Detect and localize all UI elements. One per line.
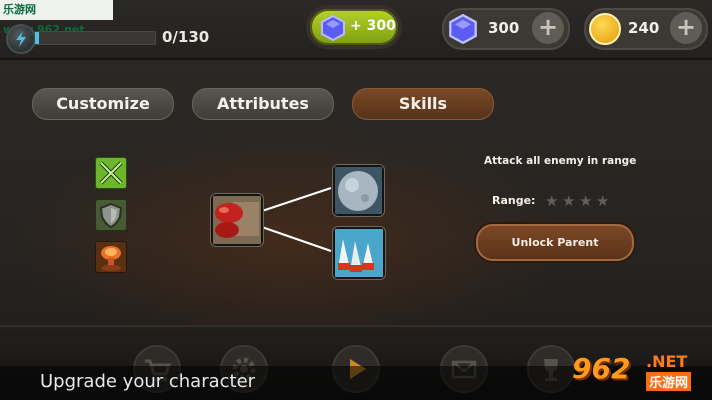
range-star-icon: ★ — [596, 192, 610, 210]
range-star-icon: ★ — [579, 192, 593, 210]
ice-spikes-icon — [335, 229, 383, 277]
game-screen: 乐游网 www.962.net 0/130 + 300 300 + 240 + … — [0, 0, 712, 400]
watermark-logo-number: 962 — [572, 352, 631, 385]
skill-node-stone-sphere[interactable] — [333, 165, 384, 216]
skill-link-line — [258, 187, 332, 213]
watermark-logo-cn: 乐游网 — [646, 372, 692, 391]
skill-node-boxing-glove[interactable] — [211, 194, 263, 246]
skill-node-ice-spikes[interactable] — [333, 227, 385, 279]
range-star-icon: ★ — [562, 192, 576, 210]
skill-link-line — [258, 225, 332, 252]
range-star-icon: ★ — [545, 192, 559, 210]
watermark-logo-net: .NET — [646, 352, 688, 371]
boxing-glove-icon — [213, 196, 261, 244]
range-label: Range: — [492, 194, 536, 207]
stone-sphere-icon — [335, 167, 382, 214]
unlock-parent-button[interactable]: Unlock Parent — [476, 224, 634, 261]
caption-text: Upgrade your character — [40, 371, 256, 392]
skill-description: Attack all enemy in range — [484, 155, 637, 167]
